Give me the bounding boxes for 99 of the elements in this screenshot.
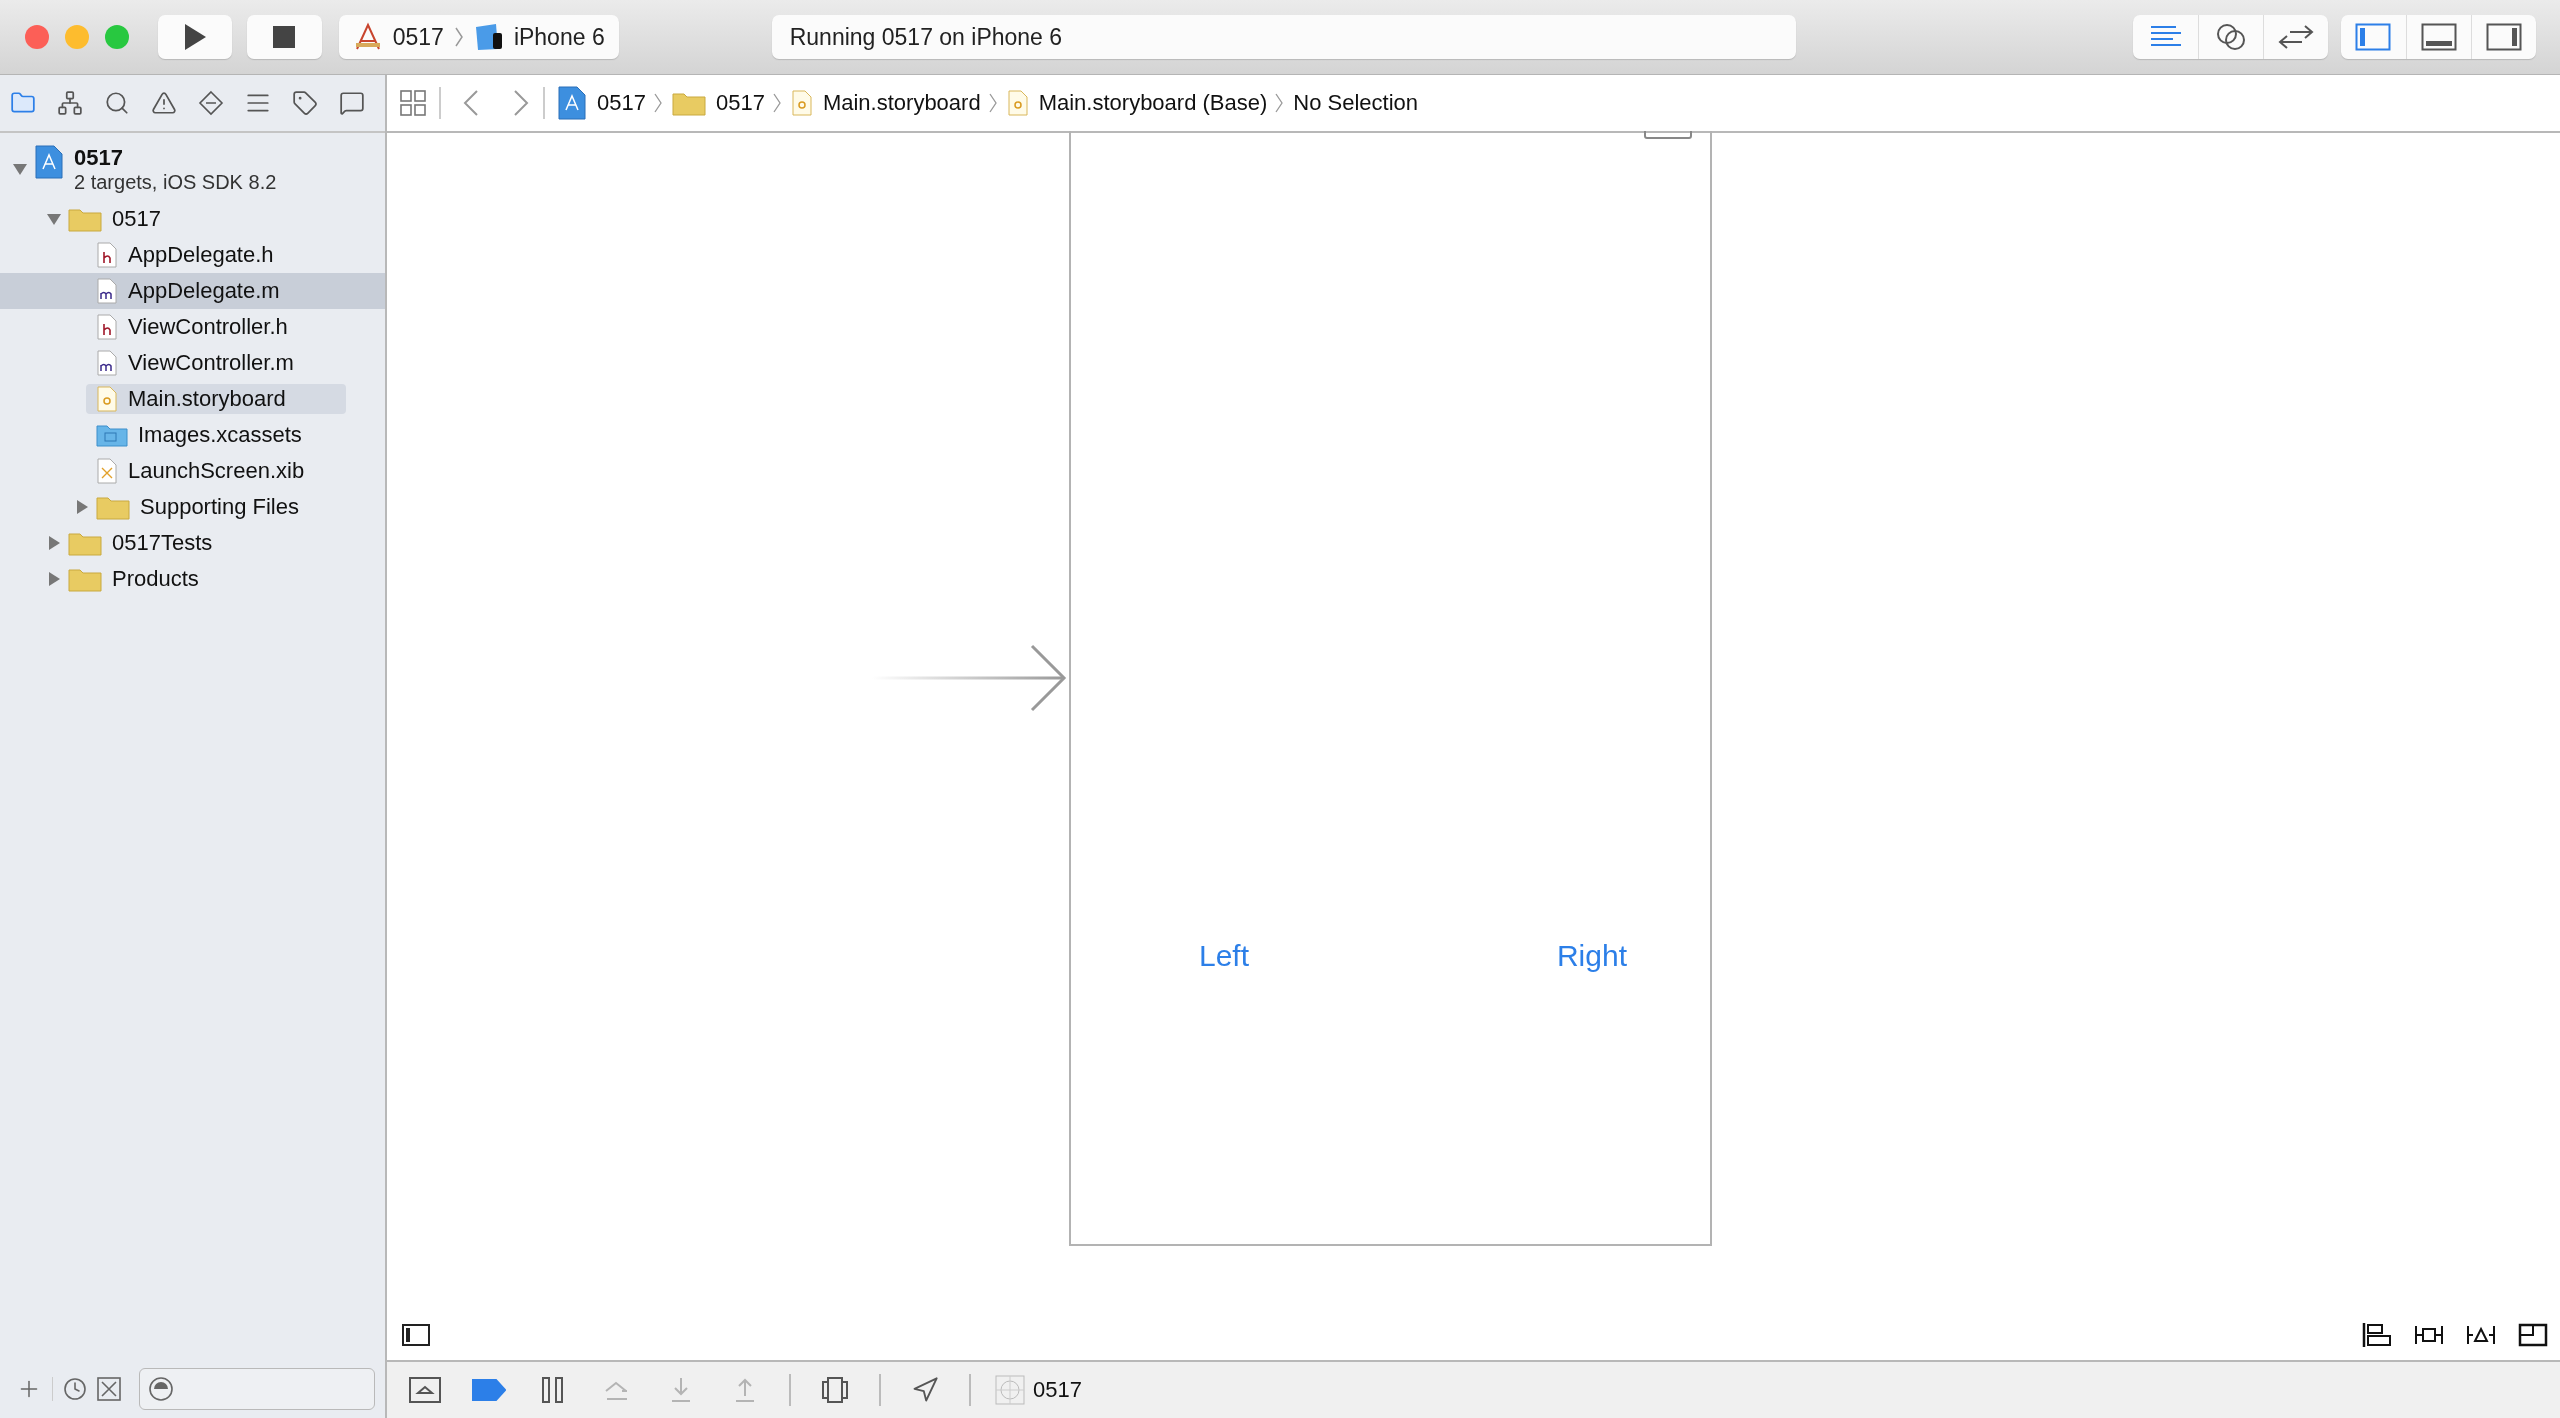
file-row[interactable]: Main.storyboard <box>0 381 385 417</box>
location-arrow-icon <box>911 1376 939 1404</box>
back-icon[interactable] <box>463 89 479 117</box>
recent-files-icon[interactable] <box>63 1377 87 1401</box>
breadcrumb-item[interactable]: No Selection <box>1293 90 1419 116</box>
chevron-icon <box>988 92 997 114</box>
overlapping-circles-icon <box>2214 22 2248 52</box>
storyboard-file-icon <box>96 386 118 412</box>
navigator-tab[interactable] <box>55 88 85 118</box>
disclosure-triangle-icon[interactable] <box>46 571 62 587</box>
disclosure-triangle-icon[interactable] <box>46 535 62 551</box>
file-row[interactable]: ViewController.m <box>0 345 385 381</box>
process-icon <box>995 1375 1025 1405</box>
folder-icon <box>96 494 130 520</box>
source-file-icon <box>96 278 118 304</box>
scheme-selector[interactable]: 0517 iPhone 6 <box>338 15 619 59</box>
debug-panel-icon <box>2421 23 2457 51</box>
scene-dock-tab <box>1644 131 1692 139</box>
file-name: Images.xcassets <box>138 422 302 448</box>
folder-icon <box>671 90 706 116</box>
file-row[interactable]: ViewController.h <box>0 309 385 345</box>
breadcrumb-item[interactable]: 0517 <box>557 86 646 120</box>
file-name: ViewController.m <box>128 350 294 376</box>
navigator-panel-icon <box>2355 23 2392 51</box>
project-row[interactable]: 0517 2 targets, iOS SDK 8.2 <box>0 141 385 201</box>
header-file-icon <box>96 314 118 340</box>
file-row[interactable]: Products <box>0 561 385 597</box>
chevron-icon <box>653 92 662 114</box>
run-button[interactable] <box>157 15 233 59</box>
app-project-icon <box>34 145 64 179</box>
storyboard-file-icon <box>1006 90 1029 116</box>
hide-panel-icon <box>409 1377 441 1403</box>
file-row[interactable]: LaunchScreen.xib <box>0 453 385 489</box>
scheme-name: 0517 <box>392 23 444 51</box>
chevron-icon <box>453 26 464 48</box>
filter-field[interactable] <box>139 1368 375 1410</box>
forward-icon[interactable] <box>513 89 529 117</box>
folder-icon <box>68 206 102 232</box>
stop-button[interactable] <box>247 15 322 59</box>
speech-bubble-icon <box>339 90 365 116</box>
diamond-minus-icon <box>198 90 224 116</box>
file-row[interactable]: Images.xcassets <box>0 417 385 453</box>
scene-button[interactable]: Right <box>1556 939 1627 973</box>
navigator-tab[interactable] <box>290 88 320 118</box>
chevron-icon <box>772 92 781 114</box>
file-row[interactable]: 0517Tests <box>0 525 385 561</box>
search-icon <box>104 90 130 116</box>
process-name: 0517 <box>1033 1377 1082 1403</box>
file-row[interactable]: AppDelegate.h <box>0 237 385 273</box>
device-icon <box>473 23 504 51</box>
storyboard-file-icon <box>790 90 813 116</box>
app-project-icon <box>557 86 587 120</box>
file-row[interactable]: Supporting Files <box>0 489 385 525</box>
device-name: iPhone 6 <box>513 23 605 51</box>
file-name: 0517 <box>112 206 161 232</box>
pause-icon <box>540 1376 566 1404</box>
utilities-panel-icon <box>2486 23 2522 51</box>
folder-icon <box>68 566 102 592</box>
stop-icon <box>273 26 296 48</box>
file-name: Products <box>112 566 199 592</box>
asset-catalog-icon <box>96 423 128 447</box>
project-subtitle: 2 targets, iOS SDK 8.2 <box>74 171 277 194</box>
disclosure-triangle-icon[interactable] <box>46 211 62 227</box>
warning-icon <box>151 90 177 116</box>
breadcrumb-item[interactable]: Main.storyboard (Base) <box>1006 90 1268 116</box>
play-icon <box>182 23 207 51</box>
chevron-icon <box>1275 92 1284 114</box>
file-name: AppDelegate.m <box>128 278 280 304</box>
hierarchy-icon <box>57 90 83 116</box>
file-row[interactable]: 0517 <box>0 201 385 237</box>
project-name: 0517 <box>74 145 124 171</box>
source-file-icon <box>96 350 118 376</box>
related-items-icon[interactable] <box>399 89 427 117</box>
folder-icon <box>10 90 36 116</box>
header-file-icon <box>96 242 118 268</box>
boxed-x-icon[interactable] <box>97 1377 121 1401</box>
file-name: 0517Tests <box>112 530 213 556</box>
file-name: Main.storyboard <box>128 386 286 412</box>
file-name: LaunchScreen.xib <box>128 458 305 484</box>
resizing-icon[interactable] <box>2518 1322 2548 1348</box>
file-row[interactable]: AppDelegate.m <box>0 273 385 309</box>
interface-file-icon <box>96 458 118 484</box>
file-name: AppDelegate.h <box>128 242 274 268</box>
tag-icon <box>292 90 318 116</box>
file-name: ViewController.h <box>128 314 288 340</box>
folder-icon <box>68 530 102 556</box>
scene-button[interactable]: Left <box>1199 939 1250 973</box>
navigator-tab[interactable] <box>196 88 226 118</box>
filter-icon <box>148 1376 174 1402</box>
breadcrumb-item[interactable]: Main.storyboard <box>790 90 981 116</box>
align-icon[interactable] <box>2362 1322 2392 1348</box>
disclosure-triangle-icon[interactable] <box>74 499 90 515</box>
file-name: Supporting Files <box>140 494 299 520</box>
outline-toggle-icon[interactable] <box>402 1324 430 1346</box>
swap-arrows-icon <box>2278 23 2314 51</box>
breadcrumb-item[interactable]: 0517 <box>671 90 765 116</box>
disclosure-triangle-icon[interactable] <box>12 161 28 177</box>
activity-status: Running 0517 on iPhone 6 <box>771 15 1796 59</box>
stacked-frames-icon <box>819 1376 851 1404</box>
